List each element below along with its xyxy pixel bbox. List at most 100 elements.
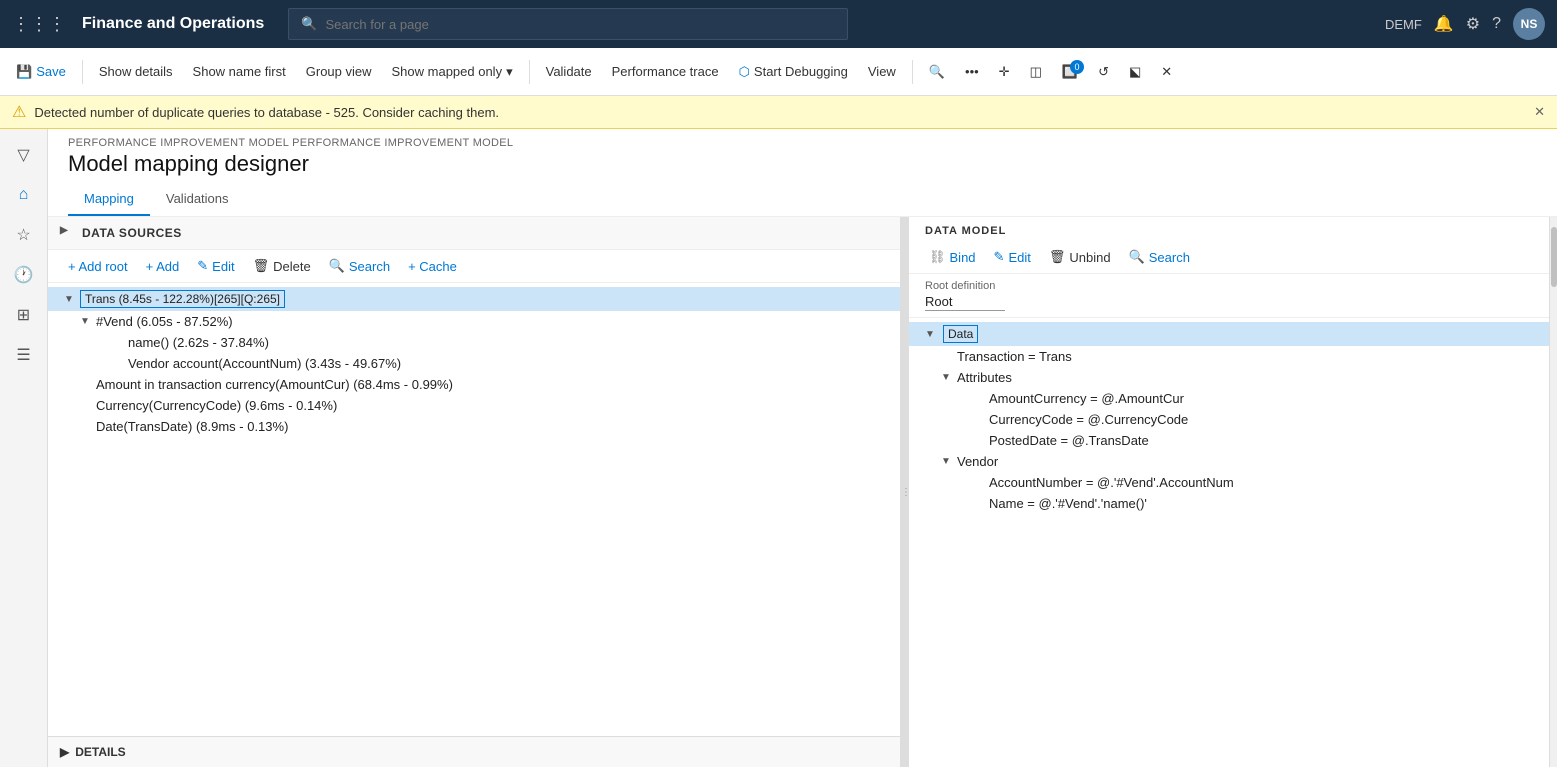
dm-tree-item[interactable]: ▼ Vendor — [909, 451, 1549, 472]
dm-tree-item-label: Attributes — [957, 370, 1012, 385]
tab-mapping[interactable]: Mapping — [68, 183, 150, 216]
right-scrollbar[interactable] — [1549, 217, 1557, 767]
dropdown-icon: ▾ — [506, 64, 513, 80]
tree-item-label: #Vend (6.05s - 87.52%) — [96, 314, 233, 329]
root-def-label: Root definition — [925, 280, 1533, 292]
sidebar-filter-icon[interactable]: ▽ — [6, 137, 42, 173]
tree-item[interactable]: ▶ Currency(CurrencyCode) (9.6ms - 0.14%) — [48, 395, 900, 416]
show-mapped-only-button[interactable]: Show mapped only ▾ — [384, 58, 521, 86]
global-search-input[interactable] — [325, 17, 835, 32]
sidebar-grid-icon[interactable]: ⊞ — [6, 297, 42, 333]
datasource-toolbar: + Add root + Add ✎ Edit 🗑 Delete 🔍 — [48, 250, 900, 283]
search-ds-icon: 🔍 — [329, 258, 345, 274]
unbind-icon: 🗑 — [1049, 249, 1066, 265]
compare-button[interactable]: ◫ — [1022, 58, 1050, 86]
sidebar-star-icon[interactable]: ☆ — [6, 217, 42, 253]
tree-item[interactable]: ▶ Date(TransDate) (8.9ms - 0.13%) — [48, 416, 900, 437]
expand-icon: ▼ — [941, 372, 957, 383]
open-button[interactable]: ⬕ — [1121, 58, 1149, 86]
dm-tree-item[interactable]: ▼ Attributes — [909, 367, 1549, 388]
toolbar-separator-3 — [912, 60, 913, 84]
crosshair-button[interactable]: ✛ — [991, 58, 1018, 86]
tree-item[interactable]: ▼ #Vend (6.05s - 87.52%) — [48, 311, 900, 332]
dm-tree-item-label: CurrencyCode = @.CurrencyCode — [989, 412, 1188, 427]
tree-item[interactable]: ▶ name() (2.62s - 37.84%) — [48, 332, 900, 353]
datasources-expand[interactable]: ▶ — [60, 225, 76, 241]
dm-tree-item-label: Vendor — [957, 454, 998, 469]
details-section[interactable]: ▶ DETAILS — [48, 736, 900, 767]
dm-tree-item-label: Data — [943, 325, 978, 343]
expand-icon: ▼ — [925, 329, 941, 340]
data-model-toolbar: ⛓ Bind ✎ Edit 🗑 Unbind 🔍 Search — [909, 241, 1549, 274]
tab-validations[interactable]: Validations — [150, 183, 245, 216]
sidebar-clock-icon[interactable]: 🕐 — [6, 257, 42, 293]
sidebar-list-icon[interactable]: ☰ — [6, 337, 42, 373]
dm-search-button[interactable]: 🔍 Search — [1121, 245, 1198, 269]
user-avatar[interactable]: NS — [1513, 8, 1545, 40]
view-button[interactable]: View — [860, 58, 904, 85]
search-toolbar-button[interactable]: 🔍 — [921, 58, 953, 86]
unbind-button[interactable]: 🗑 Unbind — [1041, 245, 1119, 269]
dm-tree-item[interactable]: ▼ Data — [909, 322, 1549, 346]
dm-tree-item[interactable]: ▶ CurrencyCode = @.CurrencyCode — [909, 409, 1549, 430]
toolbar-separator-2 — [529, 60, 530, 84]
tree-item-label: Vendor account(AccountNum) (3.43s - 49.6… — [128, 356, 401, 371]
settings-icon[interactable]: ⚙ — [1466, 14, 1480, 34]
main-content: PERFORMANCE IMPROVEMENT MODEL PERFORMANC… — [48, 129, 1557, 767]
dm-tree-item[interactable]: ▶ Transaction = Trans — [909, 346, 1549, 367]
performance-trace-button[interactable]: Performance trace — [604, 58, 727, 85]
bell-icon[interactable]: 🔔 — [1434, 14, 1454, 34]
dm-tree-item-label: AmountCurrency = @.AmountCur — [989, 391, 1184, 406]
dm-tree-item[interactable]: ▶ Name = @.'#Vend'.'name()' — [909, 493, 1549, 514]
search-ds-button[interactable]: 🔍 Search — [321, 254, 398, 278]
bind-button[interactable]: ⛓ Bind — [921, 245, 984, 269]
cache-button[interactable]: + Cache — [400, 255, 465, 278]
page-header: PERFORMANCE IMPROVEMENT MODEL PERFORMANC… — [48, 129, 1557, 217]
tree-item[interactable]: ▶ Amount in transaction currency(AmountC… — [48, 374, 900, 395]
badge-button[interactable]: 🔲 0 — [1054, 58, 1086, 86]
show-name-first-button[interactable]: Show name first — [185, 58, 294, 85]
root-definition: Root definition Root — [909, 274, 1549, 318]
dm-tree-item[interactable]: ▶ AmountCurrency = @.AmountCur — [909, 388, 1549, 409]
save-button[interactable]: 💾 Save — [8, 58, 74, 86]
page-title: Model mapping designer — [68, 151, 1537, 177]
group-view-button[interactable]: Group view — [298, 58, 380, 85]
validate-button[interactable]: Validate — [538, 58, 600, 85]
tree-item[interactable]: ▼ Trans (8.45s - 122.28%)[265][Q:265] — [48, 287, 900, 311]
tree-item[interactable]: ▶ Vendor account(AccountNum) (3.43s - 49… — [48, 353, 900, 374]
add-button[interactable]: + Add — [138, 255, 188, 278]
data-model-tree: ▼ Data ▶ Transaction = Trans ▼ Attribute… — [909, 318, 1549, 767]
main-toolbar: 💾 Save Show details Show name first Grou… — [0, 48, 1557, 96]
tabs: Mapping Validations — [68, 183, 1537, 216]
edit-icon: ✎ — [197, 258, 208, 274]
dm-tree-item-label: Name = @.'#Vend'.'name()' — [989, 496, 1147, 511]
warning-message: Detected number of duplicate queries to … — [34, 105, 499, 120]
refresh-button[interactable]: ↺ — [1090, 58, 1117, 86]
dm-edit-button[interactable]: ✎ Edit — [986, 245, 1039, 269]
tree-item-label: Currency(CurrencyCode) (9.6ms - 0.14%) — [96, 398, 337, 413]
sidebar-home-icon[interactable]: ⌂ — [6, 177, 42, 213]
main-layout: ▽ ⌂ ☆ 🕐 ⊞ ☰ PERFORMANCE IMPROVEMENT MODE… — [0, 129, 1557, 767]
close-button[interactable]: ✕ — [1153, 58, 1180, 86]
left-sidebar: ▽ ⌂ ☆ 🕐 ⊞ ☰ — [0, 129, 48, 767]
help-icon[interactable]: ? — [1492, 15, 1501, 33]
warning-close-button[interactable]: ✕ — [1534, 104, 1545, 120]
tree-item-label: Amount in transaction currency(AmountCur… — [96, 377, 453, 392]
delete-icon: 🗑 — [253, 258, 270, 274]
dm-tree-item[interactable]: ▶ PostedDate = @.TransDate — [909, 430, 1549, 451]
start-debugging-button[interactable]: ⬡ Start Debugging — [731, 58, 856, 86]
split-pane: ▶ DATA SOURCES + Add root + Add ✎ Edit — [48, 217, 1557, 767]
apps-icon[interactable]: ⋮⋮⋮ — [12, 14, 66, 35]
scrollbar-thumb — [1551, 227, 1557, 287]
root-def-value: Root — [925, 294, 1005, 311]
left-pane: ▶ DATA SOURCES + Add root + Add ✎ Edit — [48, 217, 903, 767]
dm-tree-item[interactable]: ▶ AccountNumber = @.'#Vend'.AccountNum — [909, 472, 1549, 493]
add-root-button[interactable]: + Add root — [60, 255, 136, 278]
delete-button[interactable]: 🗑 Delete — [245, 254, 319, 278]
more-button[interactable]: ••• — [957, 58, 987, 85]
global-search[interactable]: 🔍 — [288, 8, 848, 40]
edit-button[interactable]: ✎ Edit — [189, 254, 242, 278]
app-title: Finance and Operations — [82, 15, 264, 33]
tree-item-label: Trans (8.45s - 122.28%)[265][Q:265] — [80, 290, 285, 308]
show-details-button[interactable]: Show details — [91, 58, 181, 85]
